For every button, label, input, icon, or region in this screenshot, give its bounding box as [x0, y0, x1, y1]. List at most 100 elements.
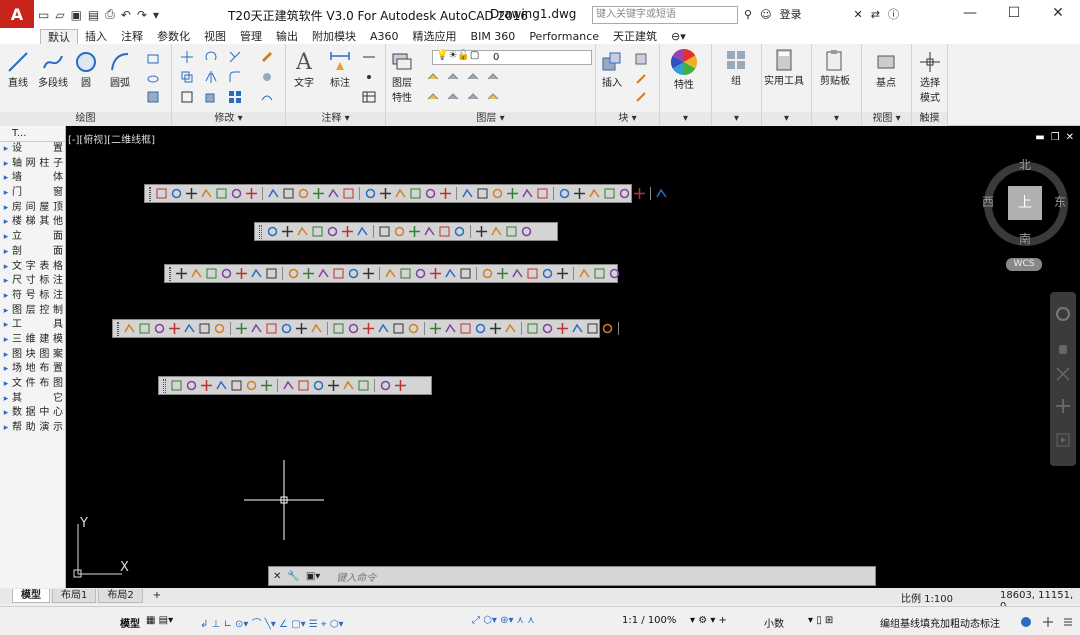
autodesk-app-icon[interactable]: ⇄: [871, 8, 880, 21]
circle-button[interactable]: 圆: [74, 50, 98, 89]
toolbar-tool-icon[interactable]: [267, 187, 280, 200]
toolbar-tool-icon[interactable]: [265, 322, 278, 335]
utilities-button[interactable]: 实用工具: [764, 48, 804, 87]
toolbar-tool-icon[interactable]: [185, 379, 198, 392]
tab-default[interactable]: 默认: [40, 29, 78, 44]
toolbar-tool-icon[interactable]: [332, 322, 345, 335]
user-icon[interactable]: ☺: [760, 8, 771, 21]
toolbar-grip[interactable]: [259, 224, 262, 239]
clean-screen-icon[interactable]: [1042, 616, 1054, 628]
toolbar-tool-icon[interactable]: [655, 187, 668, 200]
tab-featured-apps[interactable]: 精选应用: [406, 29, 464, 44]
hatch-icon[interactable]: [146, 72, 160, 86]
toolbar-tool-icon[interactable]: [170, 379, 183, 392]
rotate-icon[interactable]: [204, 50, 218, 64]
block-panel-title[interactable]: 块 ▾: [596, 112, 659, 126]
toolbar-tool-icon[interactable]: [408, 225, 421, 238]
palette-item[interactable]: ▸ 场地布置: [0, 362, 65, 377]
toolbar-tool-icon[interactable]: [481, 267, 494, 280]
viewport-restore-icon[interactable]: ❐: [1051, 132, 1060, 143]
compass-west[interactable]: 西: [982, 193, 994, 210]
palette-item[interactable]: ▸ 图层控制: [0, 304, 65, 319]
text-button[interactable]: A 文字: [292, 50, 316, 90]
customize-icon[interactable]: [1062, 616, 1074, 628]
tab-model[interactable]: 模型: [12, 589, 50, 603]
toolbar-tool-icon[interactable]: [526, 267, 539, 280]
toolbar-tool-icon[interactable]: [377, 322, 390, 335]
annotation-scale[interactable]: 1:1 / 100%: [622, 615, 676, 626]
toolbar-tool-icon[interactable]: [407, 322, 420, 335]
toolbar-tool-icon[interactable]: [475, 225, 488, 238]
pan-hand-icon[interactable]: [1055, 340, 1071, 356]
toolbar-tool-icon[interactable]: [260, 379, 273, 392]
toolbar-tool-icon[interactable]: [297, 187, 310, 200]
viewport-controls-label[interactable]: [-][俯视][二维线框]: [68, 131, 155, 146]
array-icon[interactable]: [228, 90, 242, 104]
toolbar-tool-icon[interactable]: [138, 322, 151, 335]
toolbar-grip[interactable]: [117, 321, 119, 336]
toolbar-tool-icon[interactable]: [183, 322, 196, 335]
new-file-icon[interactable]: ▭: [38, 8, 49, 22]
redo-icon[interactable]: ↷: [137, 8, 147, 22]
login-button[interactable]: 登录: [780, 6, 802, 22]
cmd-close-icon[interactable]: ✕: [273, 571, 281, 582]
save-icon[interactable]: ▣: [71, 8, 82, 22]
layer-freeze-icon[interactable]: [426, 90, 440, 104]
toolbar-tool-icon[interactable]: [342, 187, 355, 200]
layer-properties-button[interactable]: 图层 特性: [390, 50, 414, 104]
toolbar-tool-icon[interactable]: [476, 187, 489, 200]
zoom-extents-icon[interactable]: [1055, 366, 1071, 382]
tab-view[interactable]: 视图: [197, 29, 233, 44]
properties-panel-expander[interactable]: ▾: [660, 112, 711, 126]
undo-icon[interactable]: ↶: [121, 8, 131, 22]
explode-icon[interactable]: [260, 70, 274, 84]
toolbar-tool-icon[interactable]: [265, 267, 278, 280]
toolbar-tool-icon[interactable]: [310, 322, 323, 335]
palette-header[interactable]: T...: [0, 126, 65, 142]
floating-toolbar-2[interactable]: [254, 222, 558, 241]
toolbar-tool-icon[interactable]: [409, 187, 422, 200]
layer-lock-icon[interactable]: [466, 90, 480, 104]
leader-icon[interactable]: [362, 70, 376, 84]
arc-button[interactable]: 圆弧: [108, 50, 132, 89]
polyline-button[interactable]: 多段线: [38, 50, 68, 89]
toolbar-tool-icon[interactable]: [379, 187, 392, 200]
viewport-close-icon[interactable]: ✕: [1066, 132, 1074, 143]
toolbar-tool-icon[interactable]: [250, 322, 263, 335]
toolbar-tool-icon[interactable]: [504, 322, 517, 335]
palette-item[interactable]: ▸ 门 窗: [0, 186, 65, 201]
compass-east[interactable]: 东: [1054, 193, 1066, 210]
toolbar-tool-icon[interactable]: [429, 267, 442, 280]
showmotion-icon[interactable]: [1055, 432, 1071, 448]
palette-item[interactable]: ▸ 尺寸标注: [0, 274, 65, 289]
base-point-button[interactable]: 基点: [874, 50, 898, 89]
toolbar-tool-icon[interactable]: [608, 267, 621, 280]
offset-icon[interactable]: [260, 90, 274, 104]
toolbar-tool-icon[interactable]: [317, 267, 330, 280]
toolbar-tool-icon[interactable]: [302, 267, 315, 280]
toolbar-tool-icon[interactable]: [541, 322, 554, 335]
toolbar-tool-icon[interactable]: [235, 267, 248, 280]
toolbar-tool-icon[interactable]: [394, 187, 407, 200]
toolbar-tool-icon[interactable]: [362, 322, 375, 335]
toolbar-tool-icon[interactable]: [357, 379, 370, 392]
layers-panel-title[interactable]: 图层 ▾: [386, 112, 595, 126]
toolbar-tool-icon[interactable]: [520, 225, 533, 238]
toolbar-tool-icon[interactable]: [123, 322, 136, 335]
palette-item[interactable]: ▸ 数据中心: [0, 406, 65, 421]
toolbar-tool-icon[interactable]: [526, 322, 539, 335]
tab-layout1[interactable]: 布局1: [52, 589, 97, 603]
palette-item[interactable]: ▸ 文件布图: [0, 377, 65, 392]
toolbar-tool-icon[interactable]: [200, 187, 213, 200]
toolbar-tool-icon[interactable]: [414, 267, 427, 280]
toolbar-tool-icon[interactable]: [586, 322, 599, 335]
wcs-menu[interactable]: WCS: [1006, 258, 1042, 271]
clipboard-panel-expander[interactable]: ▾: [812, 112, 861, 126]
ribbon-toggle-icon[interactable]: ⊖▾: [664, 29, 693, 44]
toolbar-tool-icon[interactable]: [601, 322, 614, 335]
draw-panel-title[interactable]: 绘图: [0, 112, 171, 126]
toolbar-tool-icon[interactable]: [558, 187, 571, 200]
toolbar-tool-icon[interactable]: [378, 225, 391, 238]
units-dropdown[interactable]: 小数: [764, 615, 784, 630]
toolbar-tool-icon[interactable]: [541, 267, 554, 280]
